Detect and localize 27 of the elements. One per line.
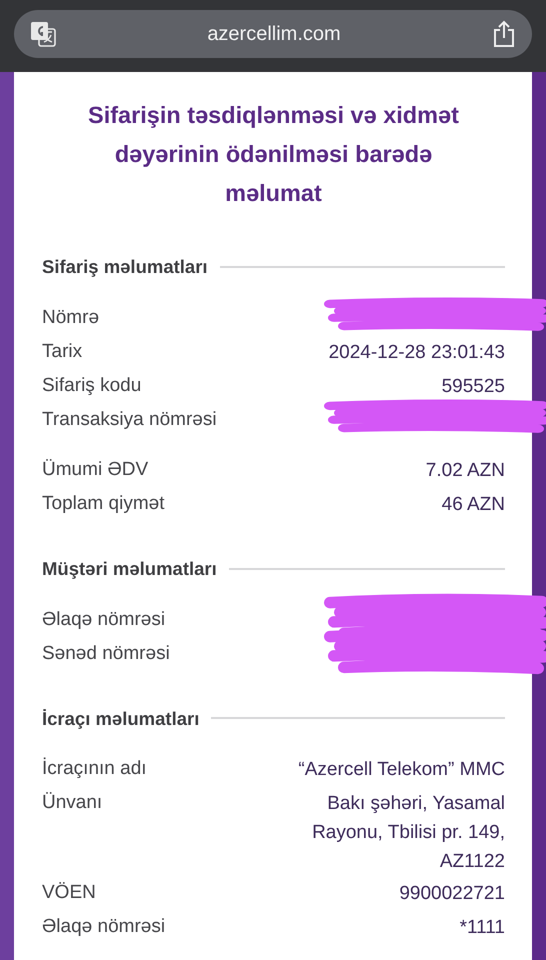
field-label: Sifariş kodu xyxy=(42,374,142,398)
page-title: Sifarişin təsdiqlənməsi və xidmət dəyərinin ödənilməsi barədə məlumat xyxy=(87,101,460,208)
section-heading: İcraçı məlumatları xyxy=(42,706,200,731)
field-value: “Azercell Telekom” MMC xyxy=(298,758,505,782)
field-value: 2024-12-28 23:01:43 xyxy=(328,340,505,365)
field-value: *1111 xyxy=(460,916,505,940)
field-value: 595525 xyxy=(442,374,505,399)
field-label: Toplam qiymət xyxy=(42,492,164,516)
field-label: Əlaqə nömrəsi xyxy=(42,915,166,940)
section-heading: Müştəri məlumatları xyxy=(42,556,217,581)
field-label: Əlaqə nömrəsi xyxy=(42,608,166,632)
address-bar-url[interactable]: azercellim.com xyxy=(207,19,341,49)
field-value: 7.02 AZN xyxy=(426,458,505,483)
field-label: Transaksiya nömrəsi xyxy=(42,408,217,432)
field-label: Nömrə xyxy=(42,306,100,330)
field-label: Ümumi ƏDV xyxy=(42,458,148,482)
field-value: 9900022721 xyxy=(399,882,505,906)
field-label: Ünvanı xyxy=(42,791,102,816)
field-label: Tarix xyxy=(42,340,82,364)
translate-icon[interactable] xyxy=(30,21,56,47)
field-value: Bakı şəhəri, Yasamal Rayonu, Tbilisi pr. 149, AZ1122 xyxy=(311,792,505,874)
field-label: İcraçının adı xyxy=(42,756,147,782)
field-label: VÖEN xyxy=(42,881,96,906)
field-value: 46 AZN xyxy=(442,492,505,517)
field-label: Sənəd nömrəsi xyxy=(42,642,170,666)
share-icon[interactable] xyxy=(492,20,516,48)
section-heading: Sifariş məlumatları xyxy=(42,255,208,279)
